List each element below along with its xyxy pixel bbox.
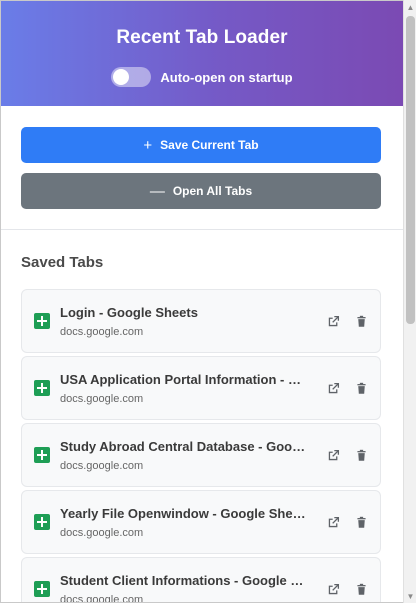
popup-header: Recent Tab Loader Auto-open on startup [1, 1, 403, 106]
saved-tab-domain: docs.google.com [60, 459, 144, 472]
saved-tab-title[interactable]: Student Client Informations - Google She… [60, 573, 310, 588]
auto-open-label: Auto-open on startup [160, 69, 293, 85]
plus-icon: + [143, 136, 153, 154]
google-sheets-icon [34, 380, 50, 396]
saved-tab-actions [326, 515, 368, 529]
saved-tab-actions [326, 582, 368, 596]
toggle-knob [113, 69, 130, 85]
actions-section: + Save Current Tab — Open All Tabs [1, 106, 403, 230]
open-all-tabs-button[interactable]: — Open All Tabs [21, 173, 381, 209]
delete-trash-icon[interactable] [354, 314, 368, 328]
saved-tab-item[interactable]: Student Client Informations - Google She… [21, 557, 381, 603]
saved-tab-text: Student Client Informations - Google She… [60, 573, 310, 603]
saved-tab-item[interactable]: Yearly File Openwindow - Google Sheets do… [21, 490, 381, 554]
scroll-up-arrow-icon[interactable]: ▲ [404, 0, 416, 14]
auto-open-toggle[interactable] [111, 67, 152, 87]
saved-tab-title[interactable]: Yearly File Openwindow - Google Sheets [60, 506, 310, 521]
saved-tab-title[interactable]: USA Application Portal Information - Goo… [60, 372, 310, 387]
saved-tabs-heading: Saved Tabs [21, 254, 104, 271]
saved-tab-actions [326, 381, 368, 395]
google-sheets-icon [34, 447, 50, 463]
scroll-thumb[interactable] [406, 16, 415, 324]
saved-tab-actions [326, 448, 368, 462]
saved-tab-item[interactable]: Login - Google Sheets docs.google.com [21, 289, 381, 353]
delete-trash-icon[interactable] [354, 448, 368, 462]
saved-tab-item[interactable]: Study Abroad Central Database - Google S… [21, 423, 381, 487]
google-sheets-icon [34, 313, 50, 329]
minus-icon: — [149, 182, 165, 200]
google-sheets-icon [34, 514, 50, 530]
saved-tabs-section: Saved Tabs Login - Google Sheets docs.goo… [1, 230, 403, 603]
saved-tab-text: Login - Google Sheets docs.google.com [60, 305, 310, 338]
saved-tab-item[interactable]: USA Application Portal Information - Goo… [21, 356, 381, 420]
saved-tab-domain: docs.google.com [60, 325, 144, 338]
scroll-down-arrow-icon[interactable]: ▼ [404, 589, 416, 603]
open-in-new-icon[interactable] [326, 448, 340, 462]
saved-tab-domain: docs.google.com [60, 593, 144, 603]
saved-tab-title[interactable]: Study Abroad Central Database - Google S… [60, 439, 310, 454]
save-current-tab-label: Save Current Tab [160, 138, 259, 152]
saved-tab-text: USA Application Portal Information - Goo… [60, 372, 310, 405]
saved-tab-domain: docs.google.com [60, 392, 144, 405]
open-in-new-icon[interactable] [326, 381, 340, 395]
open-all-tabs-label: Open All Tabs [172, 184, 253, 198]
saved-tabs-list: Login - Google Sheets docs.google.com USA … [21, 289, 383, 603]
open-in-new-icon[interactable] [326, 314, 340, 328]
saved-tab-text: Yearly File Openwindow - Google Sheets do… [60, 506, 310, 539]
delete-trash-icon[interactable] [354, 381, 368, 395]
popup-title: Recent Tab Loader [116, 27, 288, 48]
open-in-new-icon[interactable] [326, 515, 340, 529]
saved-tab-actions [326, 314, 368, 328]
vertical-scrollbar[interactable]: ▲ ▼ [403, 0, 416, 603]
google-sheets-icon [34, 581, 50, 597]
saved-tab-title[interactable]: Login - Google Sheets [60, 305, 310, 320]
extension-popup: Recent Tab Loader Auto-open on startup +… [0, 0, 403, 603]
open-in-new-icon[interactable] [326, 582, 340, 596]
saved-tab-domain: docs.google.com [60, 526, 144, 539]
saved-tab-text: Study Abroad Central Database - Google S… [60, 439, 310, 472]
delete-trash-icon[interactable] [354, 515, 368, 529]
delete-trash-icon[interactable] [354, 582, 368, 596]
save-current-tab-button[interactable]: + Save Current Tab [21, 127, 381, 163]
auto-open-row: Auto-open on startup [1, 67, 403, 87]
